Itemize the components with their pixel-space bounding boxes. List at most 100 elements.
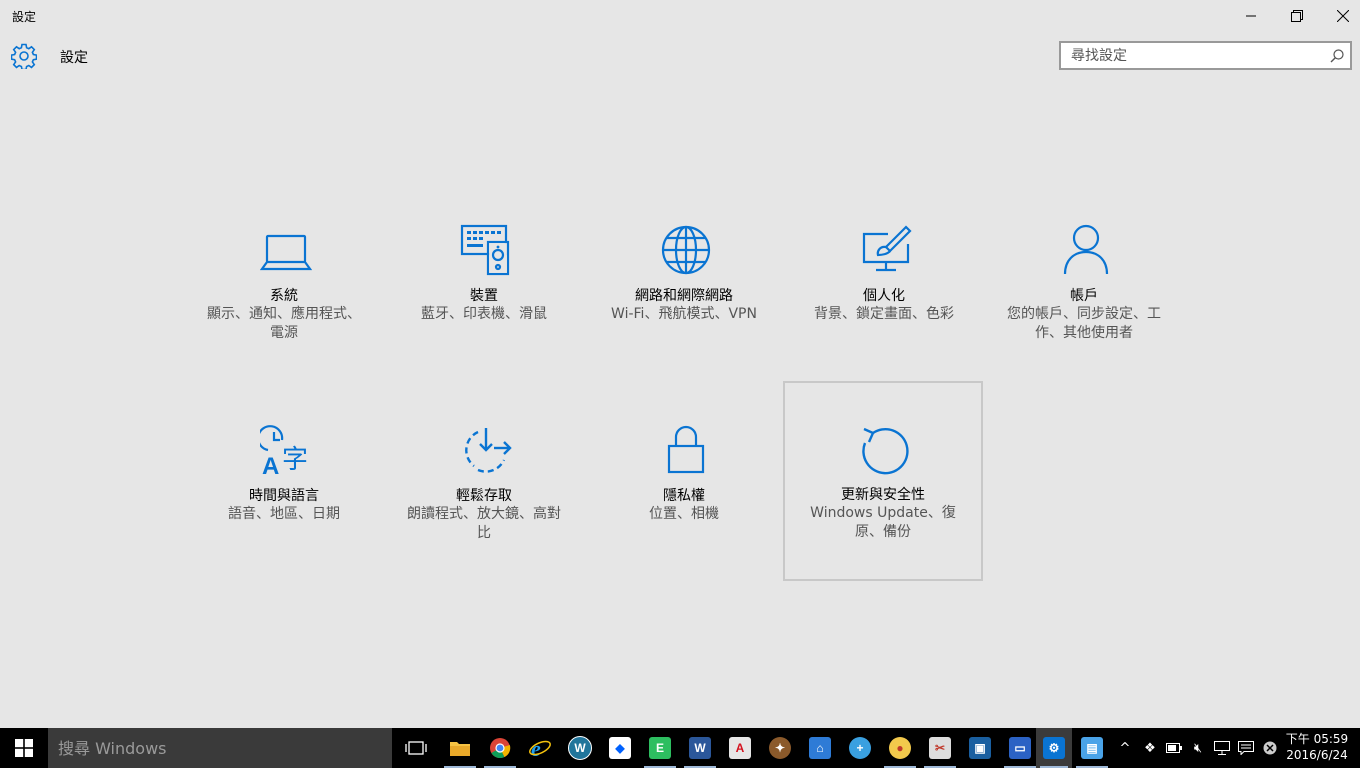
title-bar: 設定 [0, 0, 1360, 32]
lock-icon [667, 425, 705, 474]
taskbar-search[interactable] [48, 728, 392, 768]
tray-network[interactable] [1212, 728, 1232, 768]
tool-icon: ✂ [929, 737, 951, 759]
tile-devices[interactable]: 裝置 藍牙、印表機、滑鼠 [384, 182, 584, 382]
tray-action-center[interactable] [1236, 728, 1256, 768]
window-title: 設定 [12, 10, 37, 24]
search-input[interactable] [1061, 43, 1333, 68]
tile-privacy[interactable]: 隱私權 位置、相機 [584, 382, 784, 582]
taskbar-control-panel[interactable]: ▤ [1072, 728, 1112, 768]
tile-name: 帳戶 [1070, 288, 1098, 304]
taskbar-dropbox[interactable]: ◆ [600, 728, 640, 768]
settings-icon: ⚙ [1043, 737, 1065, 759]
taskbar-virtualbox[interactable]: ▣ [960, 728, 1000, 768]
control-panel-icon: ▤ [1081, 737, 1103, 759]
taskbar-tool[interactable]: ✂ [920, 728, 960, 768]
tile-name: 輕鬆存取 [456, 488, 512, 504]
minimize-icon [1246, 15, 1256, 17]
person-icon [1063, 224, 1109, 275]
show-hidden-icons-button[interactable]: ^ [1116, 728, 1134, 768]
tile-personalization[interactable]: 個人化 背景、鎖定畫面、色彩 [784, 182, 984, 382]
volume-muted-icon: 🔇︎ [1193, 740, 1203, 756]
minimize-button[interactable] [1228, 0, 1274, 32]
settings-gear-icon [11, 43, 37, 69]
close-button[interactable] [1320, 0, 1360, 32]
search-box[interactable] [1059, 41, 1352, 70]
folder-icon [450, 742, 470, 756]
clock[interactable]: 下午 05:59 2016/6/24 [1284, 731, 1350, 763]
tile-accounts[interactable]: 帳戶 您的帳戶、同步設定、工作、其他使用者 [984, 182, 1184, 382]
laptop-icon [260, 234, 312, 271]
taskbar-word[interactable]: W [680, 728, 720, 768]
virtualbox-icon: ▣ [969, 737, 991, 759]
tray-battery[interactable] [1164, 728, 1184, 768]
task-view-icon [405, 741, 427, 755]
tile-name: 裝置 [470, 288, 498, 304]
internet-explorer-icon: e [529, 737, 551, 759]
tile-name: 個人化 [863, 288, 905, 304]
tile-description: 朗讀程式、放大鏡、高對比 [407, 506, 561, 541]
network-app-icon: ⌂ [809, 737, 831, 759]
taskbar-wordpress[interactable]: W [560, 728, 600, 768]
tile-name: 系統 [270, 288, 298, 304]
taskbar-internet-explorer[interactable]: e [520, 728, 560, 768]
ease-of-access-icon [465, 428, 512, 473]
tile-time-language[interactable]: A 字 時間與語言 語音、地區、日期 [184, 382, 384, 582]
close-icon [1337, 10, 1349, 22]
page-title: 設定 [60, 50, 88, 66]
tray-volume[interactable]: 🔇︎ [1188, 728, 1208, 768]
personalization-icon [862, 225, 912, 272]
taskbar-evernote[interactable]: E [640, 728, 680, 768]
taskbar-app-bird[interactable]: ✦ [760, 728, 800, 768]
start-button[interactable] [0, 728, 48, 768]
tile-description: 藍牙、印表機、滑鼠 [421, 306, 547, 322]
taskbar-paint[interactable]: ● [880, 728, 920, 768]
search-icon[interactable] [1330, 49, 1344, 63]
bird-app-icon: ✦ [769, 737, 791, 759]
tile-name: 更新與安全性 [841, 487, 925, 503]
tile-system[interactable]: 系統 顯示、通知、應用程式、電源 [184, 182, 384, 382]
svg-text:A: A [262, 453, 279, 476]
tile-update-security[interactable]: 更新與安全性 Windows Update、復原、備份 [783, 381, 983, 581]
time-language-icon: A 字 [260, 425, 308, 476]
evernote-icon: E [649, 737, 671, 759]
magnifier-icon: + [849, 737, 871, 759]
task-view-button[interactable] [396, 728, 436, 768]
battery-icon [1166, 743, 1182, 753]
word-icon: W [689, 737, 711, 759]
taskbar-network-app[interactable]: ⌂ [800, 728, 840, 768]
dropbox-tray-icon: ❖ [1144, 740, 1156, 756]
wordpress-icon: W [568, 736, 592, 760]
taskbar-search-input[interactable] [48, 728, 392, 768]
tile-description: Wi-Fi、飛航模式、VPN [611, 306, 757, 322]
taskbar-acrobat[interactable]: A [720, 728, 760, 768]
restore-icon [1291, 10, 1303, 22]
tile-ease-of-access[interactable]: 輕鬆存取 朗讀程式、放大鏡、高對比 [384, 382, 584, 582]
chrome-icon [490, 738, 511, 759]
tile-name: 隱私權 [663, 488, 705, 504]
tile-network[interactable]: 網路和網際網路 Wi-Fi、飛航模式、VPN [584, 182, 784, 382]
taskbar-remote-desktop[interactable]: ▭ [1000, 728, 1040, 768]
clock-time: 下午 05:59 [1285, 732, 1349, 746]
tray-dropbox[interactable]: ❖ [1140, 728, 1160, 768]
chevron-up-icon: ^ [1119, 740, 1131, 756]
tile-name: 網路和網際網路 [635, 288, 733, 304]
taskbar-chrome[interactable] [480, 728, 520, 768]
tile-description: 位置、相機 [649, 506, 719, 522]
taskbar-magnifier[interactable]: + [840, 728, 880, 768]
remote-desktop-icon: ▭ [1009, 737, 1031, 759]
action-center-icon [1238, 741, 1254, 755]
dropbox-icon: ◆ [609, 737, 631, 759]
devices-icon [460, 224, 510, 276]
taskbar-file-explorer[interactable] [440, 728, 480, 768]
close-circle-icon [1263, 741, 1277, 755]
restore-button[interactable] [1274, 0, 1320, 32]
tray-status[interactable] [1260, 728, 1280, 768]
clock-date: 2016/6/24 [1286, 748, 1348, 762]
update-icon [862, 427, 909, 475]
tile-description: 背景、鎖定畫面、色彩 [814, 306, 954, 322]
tile-description: 顯示、通知、應用程式、電源 [207, 306, 361, 341]
taskbar: e W ◆ E W A ✦ ⌂ + ● ✂ ▣ ▭ ⚙ ▤ ^ [0, 728, 1360, 768]
taskbar-settings[interactable]: ⚙ [1036, 728, 1072, 768]
svg-text:字: 字 [282, 445, 308, 475]
